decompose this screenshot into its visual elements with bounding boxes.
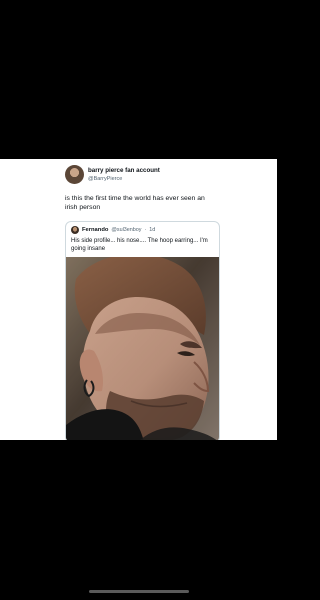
quoted-post-time[interactable]: 1d [149, 227, 155, 233]
quoted-author-avatar[interactable] [71, 226, 79, 234]
home-indicator [89, 590, 189, 593]
author-display-name[interactable]: barry pierce fan account [88, 167, 160, 175]
quoted-tweet[interactable]: Fernando @sul3enboy · 1d His side profil… [65, 221, 220, 440]
author-names: barry pierce fan account @BarryPierce [88, 167, 160, 183]
quoted-author-handle[interactable]: @sul3enboy [111, 227, 141, 233]
tweet-header: barry pierce fan account @BarryPierce [65, 165, 160, 184]
tweet-card[interactable]: barry pierce fan account @BarryPierce is… [0, 159, 277, 440]
profile-photo-illustration [66, 257, 219, 440]
meta-separator: · [144, 227, 147, 233]
tweet-text: is this the first time the world has eve… [65, 195, 205, 211]
quoted-author-name[interactable]: Fernando [82, 227, 108, 233]
quoted-tweet-text: His side profile... his nose.... The hoo… [71, 238, 208, 252]
author-handle[interactable]: @BarryPierce [88, 175, 160, 183]
author-avatar[interactable] [65, 165, 84, 184]
quoted-tweet-photo[interactable] [66, 257, 219, 440]
phone-screen: barry pierce fan account @BarryPierce is… [0, 0, 277, 600]
quoted-tweet-header: Fernando @sul3enboy · 1d [71, 226, 155, 234]
